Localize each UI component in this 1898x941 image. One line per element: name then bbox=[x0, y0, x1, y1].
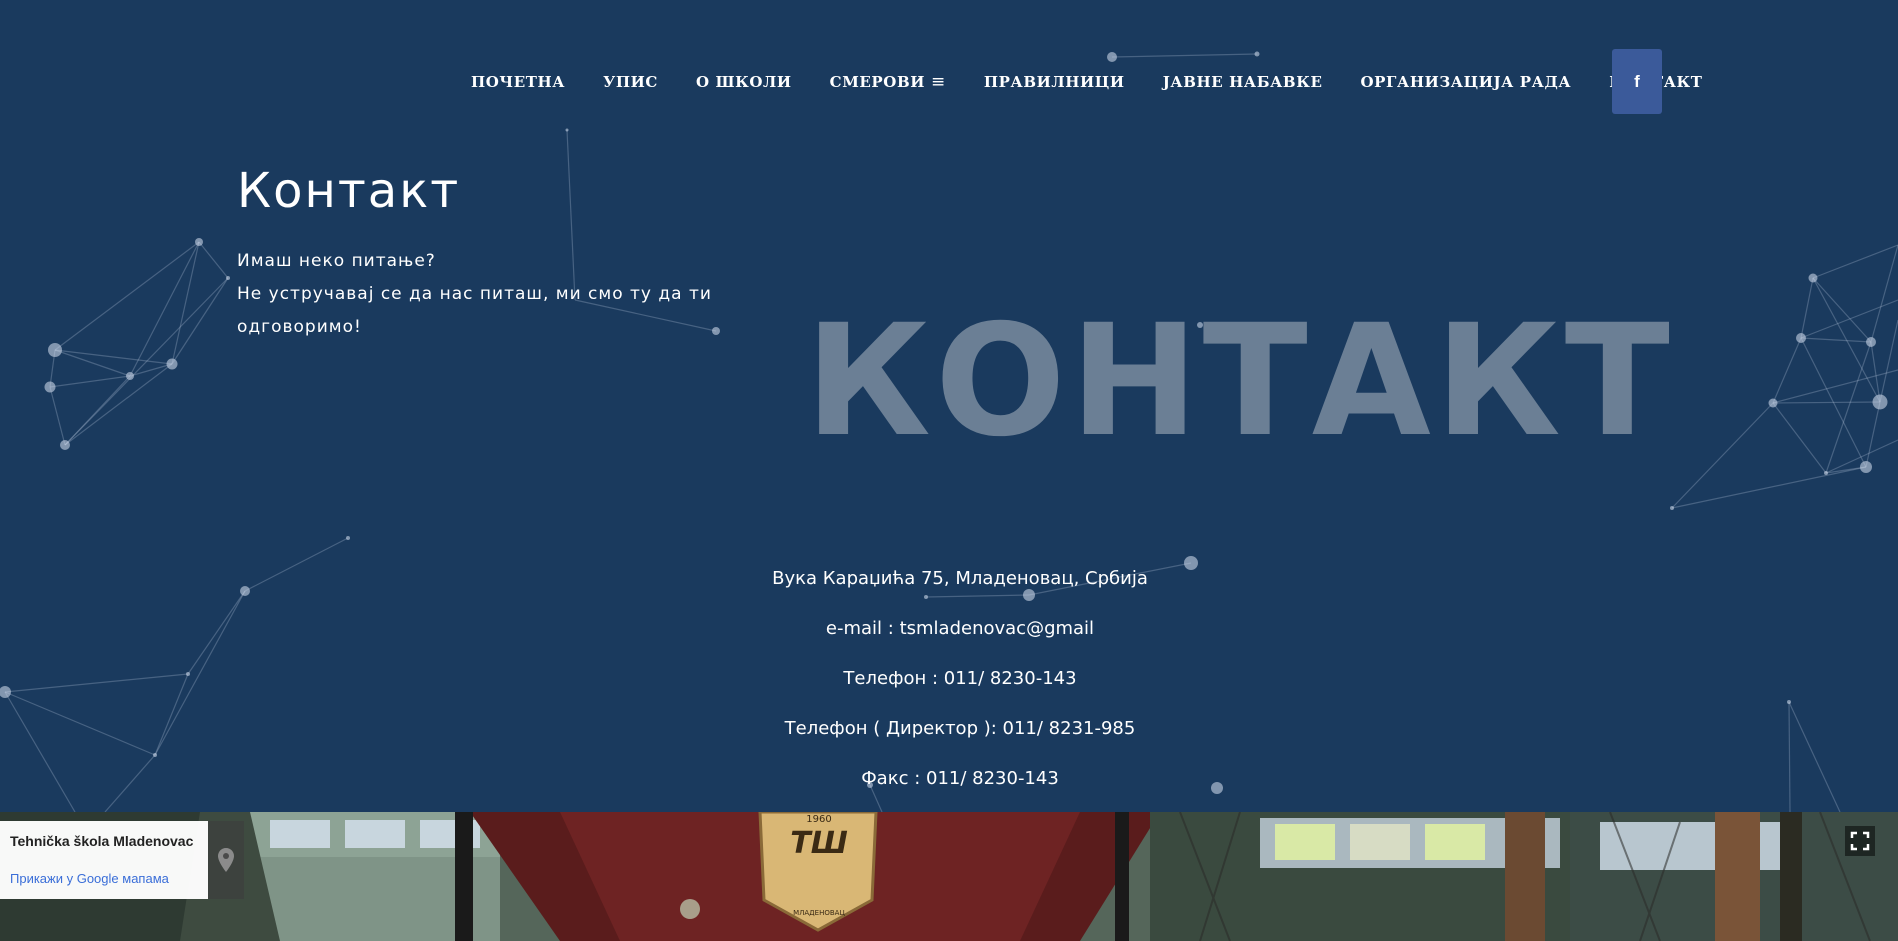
intro-line: одговоримо! bbox=[237, 317, 362, 337]
hamburger-icon: ≡ bbox=[931, 72, 946, 92]
main-navigation: ПОЧЕТНА УПИС О ШКОЛИ СМЕРОВИ ≡ ПРАВИЛНИЦИ… bbox=[452, 49, 1722, 115]
nav-item-o-shkoli[interactable]: О ШКОЛИ bbox=[696, 73, 792, 91]
nav-item-organizacija-rada[interactable]: ОРГАНИЗАЦИЈА РАДА bbox=[1361, 73, 1572, 91]
map-street-view-image bbox=[0, 812, 1898, 941]
school-badge: 1960 ТШ МЛАДЕНОВАЦ bbox=[770, 814, 868, 918]
nav-item-smerovi[interactable]: СМЕРОВИ ≡ bbox=[830, 72, 946, 92]
phone-text: Телефон : 011/ 8230-143 bbox=[843, 668, 1077, 689]
intro-line: Имаш неко питање? bbox=[237, 251, 436, 271]
facebook-button[interactable]: f bbox=[1612, 49, 1662, 114]
nav-item-smerovi-label: СМЕРОВИ bbox=[829, 73, 926, 91]
nav-item-javne-nabavke[interactable]: ЈАВНЕ НАБАВКЕ bbox=[1163, 73, 1323, 91]
map-place-name: Tehnička škola Mladenovac bbox=[10, 833, 194, 849]
background-heading: КОНТАКТ bbox=[805, 292, 1674, 471]
facebook-icon: f bbox=[1634, 71, 1640, 91]
intro-text: Имаш неко питање? Не устручавај се да на… bbox=[237, 245, 797, 344]
map-pin-icon bbox=[218, 848, 234, 872]
nav-item-pochetna[interactable]: ПОЧЕТНА bbox=[471, 73, 565, 91]
badge-letters: ТШ bbox=[790, 826, 848, 861]
map-info-card: Tehnička škola Mladenovac Прикажи у Goog… bbox=[0, 821, 208, 899]
fax-text: Факс : 011/ 8230-143 bbox=[861, 768, 1059, 789]
nav-item-upis[interactable]: УПИС bbox=[603, 73, 658, 91]
contact-info: Вука Караџића 75, Младеновац, Србија e-m… bbox=[0, 554, 1898, 804]
intro-line: Не устручавај се да нас питаш, ми смо ту… bbox=[237, 284, 712, 304]
map-embed[interactable]: 1960 ТШ МЛАДЕНОВАЦ Tehnička škola Mladen… bbox=[0, 812, 1898, 941]
nav-item-pravilnici[interactable]: ПРАВИЛНИЦИ bbox=[984, 73, 1125, 91]
director-phone-text: Телефон ( Директор ): 011/ 8231-985 bbox=[784, 718, 1136, 739]
fullscreen-button[interactable] bbox=[1845, 826, 1875, 856]
address-text: Вука Караџића 75, Младеновац, Србија bbox=[772, 568, 1148, 589]
email-text: e-mail : tsmladenovac@gmail bbox=[825, 618, 1095, 639]
badge-city: МЛАДЕНОВАЦ bbox=[793, 909, 845, 917]
map-pin-button[interactable] bbox=[208, 821, 244, 899]
fullscreen-icon bbox=[1850, 831, 1870, 851]
badge-year: 1960 bbox=[806, 814, 832, 825]
page-title: Контакт bbox=[237, 163, 461, 219]
google-maps-link[interactable]: Прикажи у Google мапама bbox=[10, 871, 169, 886]
